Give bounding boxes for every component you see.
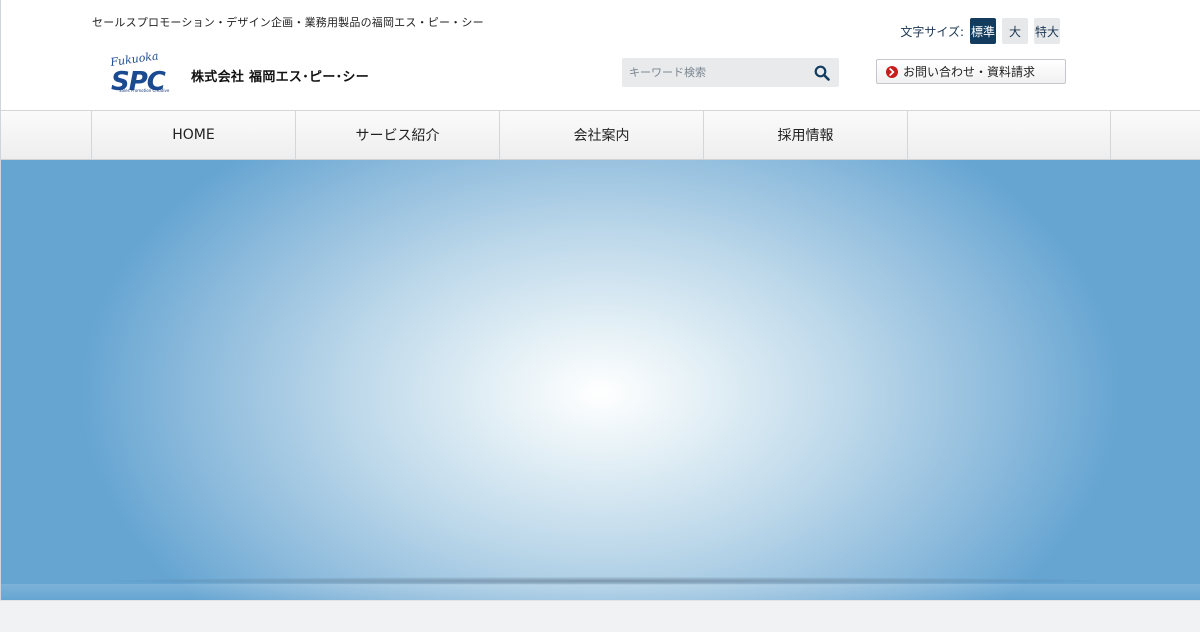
main-nav: HOME サービス紹介 会社案内 採用情報 (0, 110, 1200, 160)
contact-button-label: お問い合わせ・資料請求 (903, 65, 1036, 79)
font-size-switcher: 文字サイズ: 標準 大 特大 (900, 18, 1060, 44)
search-icon[interactable] (814, 65, 830, 81)
nav-item-services[interactable]: サービス紹介 (295, 111, 499, 159)
site-tagline: セールスプロモーション・デザイン企画・業務用製品の福岡エス・ピー・シー (92, 16, 484, 29)
nav-item-home[interactable]: HOME (91, 111, 295, 159)
logo-sub-text: Sales Promotion Creative (119, 88, 170, 93)
font-size-xlarge-button[interactable]: 特大 (1034, 18, 1060, 44)
nav-item-empty[interactable] (907, 111, 1111, 159)
search-input[interactable] (622, 58, 807, 87)
nav-item-recruit[interactable]: 採用情報 (703, 111, 907, 159)
nav-item-company[interactable]: 会社案内 (499, 111, 703, 159)
font-size-standard-button[interactable]: 標準 (970, 18, 996, 44)
hero-reflection (1, 584, 1200, 600)
contact-button[interactable]: お問い合わせ・資料請求 (876, 59, 1066, 84)
hero-banner (0, 160, 1200, 600)
font-size-label: 文字サイズ: (900, 24, 964, 39)
circle-arrow-right-icon (886, 65, 898, 78)
page: セールスプロモーション・デザイン企画・業務用製品の福岡エス・ピー・シー Fuku… (0, 0, 1200, 632)
search-box (622, 58, 839, 87)
company-name[interactable]: 株式会社 福岡エス･ピー･シー (191, 66, 369, 85)
content-band (0, 600, 1200, 632)
font-size-large-button[interactable]: 大 (1002, 18, 1028, 44)
header: セールスプロモーション・デザイン企画・業務用製品の福岡エス・ピー・シー Fuku… (0, 0, 1200, 110)
